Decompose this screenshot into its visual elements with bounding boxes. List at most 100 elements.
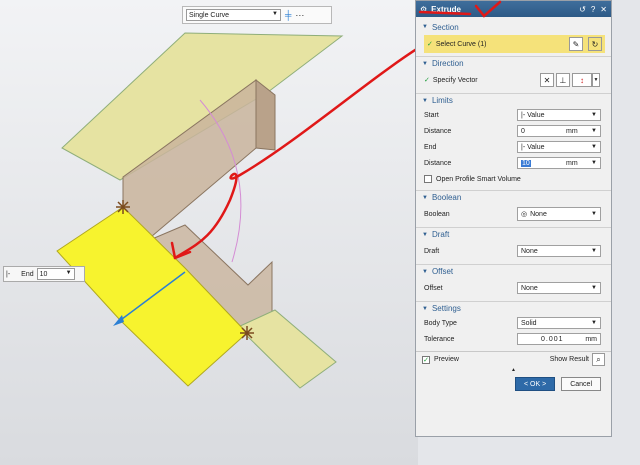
curve-rule-value: Single Curve [189, 11, 230, 19]
section-group-header[interactable]: ▼ Section [416, 20, 611, 34]
chevron-down-icon: ▼ [591, 248, 597, 254]
expand-more-icon[interactable]: ▲ [416, 367, 611, 375]
section-heading: Section [431, 22, 459, 32]
start-dropdown[interactable]: |- Value ▼ [517, 109, 601, 121]
start-label: Start [424, 111, 439, 119]
magnifier-icon[interactable]: ⌕ [592, 353, 605, 366]
dialog-titlebar: ⚙ Extrude ↺ ? ✕ [416, 1, 611, 17]
boolean-value: None [530, 210, 547, 218]
end-value: 10 [39, 270, 48, 278]
vector-type-icon[interactable]: ↕ [572, 73, 592, 87]
body-type-value: Solid [521, 319, 537, 327]
open-profile-label: Open Profile Smart Volume [436, 175, 521, 183]
tolerance-input[interactable]: 0.001 mm [517, 333, 601, 345]
distance-label: Distance [424, 159, 452, 167]
body-type-label: Body Type [424, 319, 457, 327]
curve-rule-icon[interactable]: ╪ [285, 10, 291, 20]
gear-icon: ⚙ [420, 4, 428, 14]
collapse-icon: ▼ [422, 24, 428, 30]
limits-group-header[interactable]: ▼ Limits [416, 93, 611, 107]
help-button[interactable]: ? [591, 5, 595, 14]
preview-label: Preview [434, 356, 459, 363]
end-distance-input[interactable]: 10 mm ▼ [517, 157, 601, 169]
draft-value: None [521, 247, 538, 255]
curve-icon[interactable]: ↻ [588, 37, 602, 51]
sketch-section-icon[interactable]: ✎ [569, 37, 583, 51]
preview-row: ✓ Preview Show Result ⌕ [416, 351, 611, 367]
chevron-down-icon: ▼ [591, 320, 597, 326]
offset-heading: Offset [431, 267, 454, 276]
open-profile-checkbox[interactable] [424, 175, 432, 183]
close-button[interactable]: ✕ [600, 5, 607, 14]
offset-group-header[interactable]: ▼ Offset [416, 264, 611, 278]
ok-button[interactable]: < OK > [515, 377, 556, 391]
chevron-down-icon: ▼ [65, 270, 72, 276]
limit-value-icon: |- [6, 270, 11, 278]
end-value-field[interactable]: 10 ▼ [36, 268, 75, 280]
offset-dropdown[interactable]: None ▼ [517, 282, 601, 294]
boolean-group-header[interactable]: ▼ Boolean [416, 190, 611, 204]
draft-label: Draft [424, 247, 440, 255]
end-value: |- Value [521, 143, 545, 151]
collapse-icon: ▼ [422, 231, 428, 238]
end-dropdown[interactable]: |- Value ▼ [517, 141, 601, 153]
start-distance-row: Distance 0 mm ▼ [416, 123, 611, 139]
unit-label: mm [566, 159, 578, 167]
limits-heading: Limits [431, 96, 453, 105]
chevron-down-icon: ▼ [591, 128, 597, 134]
collapse-icon: ▼ [422, 194, 428, 201]
tolerance-label: Tolerance [424, 335, 455, 343]
open-profile-row[interactable]: Open Profile Smart Volume [416, 171, 611, 187]
offset-row: Offset None ▼ [416, 278, 611, 298]
preview-checkbox[interactable]: ✓ [422, 355, 430, 364]
chevron-down-icon: ▼ [591, 144, 597, 150]
model-geometry [56, 32, 418, 389]
dialog-buttons: < OK > Cancel [416, 375, 611, 391]
reset-button[interactable]: ↺ [579, 5, 586, 14]
specify-vector-row[interactable]: ✓ Specify Vector ✕ ⊥ ↕ ▼ [416, 70, 611, 90]
offset-label: Offset [424, 284, 443, 292]
boolean-row: Boolean ◎ None ▼ [416, 204, 611, 224]
offset-value: None [521, 284, 538, 292]
vector-dialog-icon[interactable]: ⊥ [556, 73, 570, 87]
boolean-label: Boolean [424, 210, 450, 218]
collapse-icon: ▼ [422, 97, 428, 104]
settings-group-header[interactable]: ▼ Settings [416, 301, 611, 315]
select-curve-label: Select Curve (1) [435, 40, 487, 48]
end-distance-value: 10 [521, 159, 531, 167]
chevron-down-icon: ▼ [591, 112, 597, 118]
chevron-down-icon: ▼ [272, 11, 278, 17]
selection-toolbar: Single Curve ▼ ╪ ··· [182, 6, 332, 24]
end-limit-input-box: |- End 10 ▼ [3, 266, 85, 282]
chevron-down-icon: ▼ [591, 211, 597, 217]
body-type-dropdown[interactable]: Solid ▼ [517, 317, 601, 329]
settings-heading: Settings [431, 304, 461, 313]
more-icon[interactable]: ··· [295, 10, 304, 20]
check-icon: ✓ [424, 77, 430, 84]
chevron-down-icon[interactable]: ▼ [592, 73, 600, 87]
start-distance-input[interactable]: 0 mm ▼ [517, 125, 601, 137]
graphics-viewport[interactable]: Single Curve ▼ ╪ ··· |- End 10 ▼ [0, 0, 418, 465]
draft-group-header[interactable]: ▼ Draft [416, 227, 611, 241]
chevron-down-icon: ▼ [591, 160, 597, 166]
direction-group-header[interactable]: ▼ Direction [416, 56, 611, 70]
draft-dropdown[interactable]: None ▼ [517, 245, 601, 257]
select-curve-row[interactable]: ✓ Select Curve (1) ✎ ↻ [424, 35, 605, 53]
draft-row: Draft None ▼ [416, 241, 611, 261]
end-row: End |- Value ▼ [416, 139, 611, 155]
unit-label: mm [585, 335, 597, 343]
end-distance-row: Distance 10 mm ▼ [416, 155, 611, 171]
curve-rule-dropdown[interactable]: Single Curve ▼ [186, 9, 281, 21]
end-label: End [424, 143, 437, 151]
boolean-dropdown[interactable]: ◎ None ▼ [517, 207, 601, 221]
collapse-icon: ▼ [422, 268, 428, 275]
cancel-button[interactable]: Cancel [561, 377, 601, 391]
lower-surface [237, 309, 337, 389]
reverse-direction-icon[interactable]: ✕ [540, 73, 554, 87]
body-type-row: Body Type Solid ▼ [416, 315, 611, 331]
distance-label: Distance [424, 127, 452, 135]
collapse-icon: ▼ [422, 305, 428, 312]
dialog-title: Extrude [431, 4, 461, 14]
collapse-icon: ▼ [422, 60, 428, 67]
tolerance-row: Tolerance 0.001 mm [416, 331, 611, 347]
